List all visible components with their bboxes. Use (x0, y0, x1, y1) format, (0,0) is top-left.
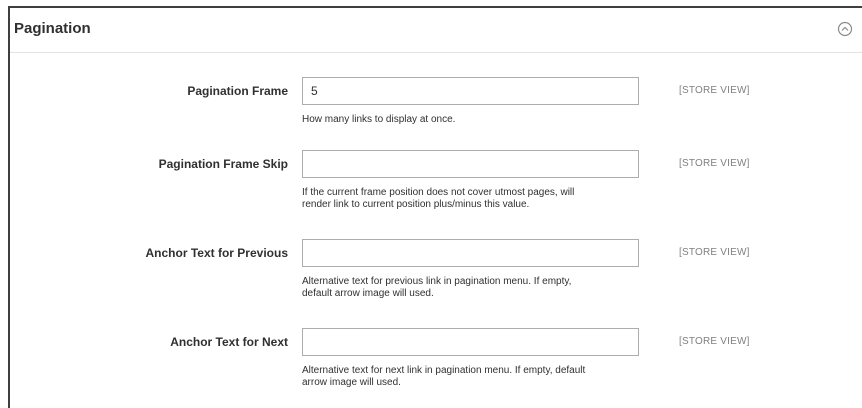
pagination-frame-input[interactable] (302, 77, 639, 105)
note-line: If the current frame position does not c… (302, 187, 575, 198)
section-header[interactable]: Pagination (10, 8, 862, 53)
note-line: How many links to display at once. (302, 114, 456, 125)
pagination-panel: Pagination Pagination Frame [STORE VIEW]… (8, 6, 862, 408)
scope-label: [STORE VIEW] (679, 85, 750, 96)
anchor-text-previous-input[interactable] (302, 239, 639, 267)
note-line: render link to current position plus/min… (302, 199, 530, 210)
field-note: If the current frame position does not c… (302, 187, 662, 211)
note-line: Alternative text for previous link in pa… (302, 276, 572, 287)
section-title: Pagination (14, 20, 91, 37)
scope-label: [STORE VIEW] (679, 336, 750, 347)
note-line: Alternative text for next link in pagina… (302, 365, 586, 376)
field-label: Anchor Text for Next (170, 335, 288, 349)
field-label: Pagination Frame Skip (158, 157, 288, 171)
pagination-frame-skip-input[interactable] (302, 150, 639, 178)
scope-label: [STORE VIEW] (679, 158, 750, 169)
field-note: How many links to display at once. (302, 114, 662, 126)
note-line: default arrow image will used. (302, 288, 434, 299)
field-label: Anchor Text for Previous (145, 246, 288, 260)
field-note: Alternative text for previous link in pa… (302, 276, 662, 300)
note-line: arrow image will used. (302, 377, 401, 388)
anchor-text-next-input[interactable] (302, 328, 639, 356)
field-note: Alternative text for next link in pagina… (302, 365, 662, 389)
chevron-up-circle-icon[interactable] (837, 21, 853, 37)
field-label: Pagination Frame (187, 84, 288, 98)
scope-label: [STORE VIEW] (679, 247, 750, 258)
